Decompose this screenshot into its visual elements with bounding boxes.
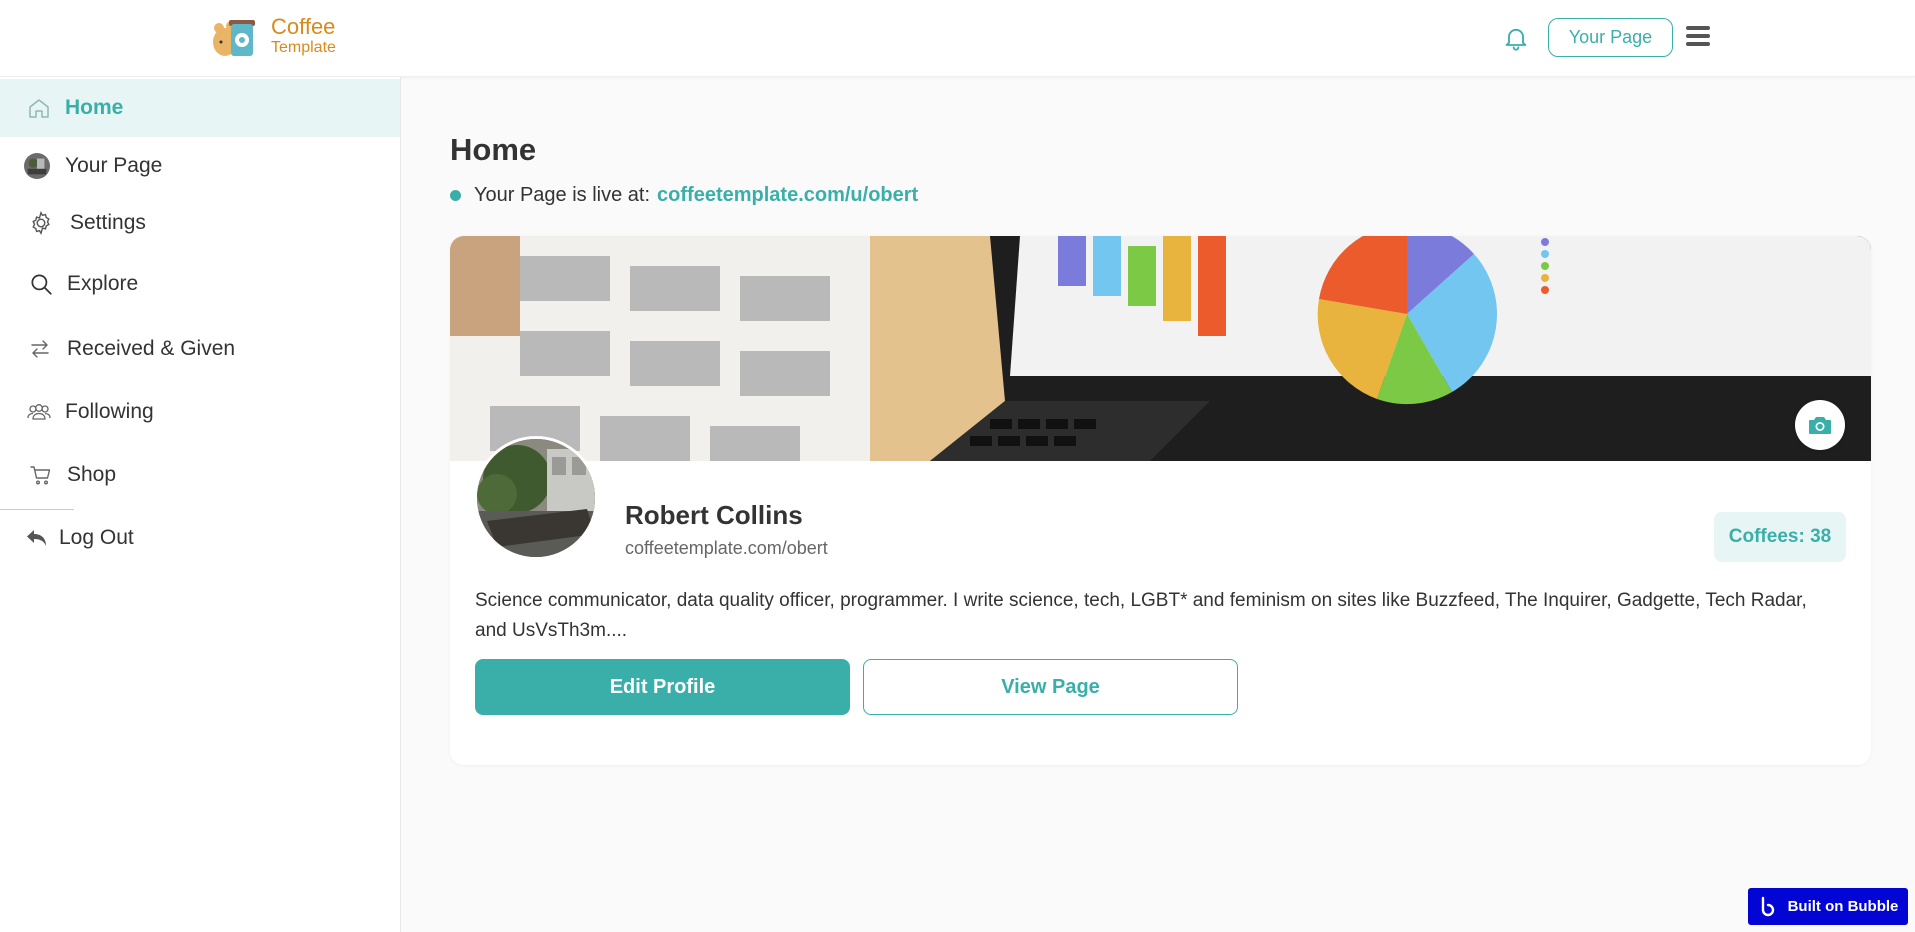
home-icon — [26, 95, 52, 121]
brand-name-line1: Coffee — [271, 14, 336, 40]
built-on-bubble-badge[interactable]: Built on Bubble — [1748, 888, 1908, 925]
sidebar-item-your-page[interactable]: Your Page — [0, 137, 400, 195]
coffees-count-badge: Coffees: 38 — [1714, 512, 1846, 562]
change-cover-button[interactable] — [1795, 400, 1845, 450]
live-url-link[interactable]: coffeetemplate.com/u/obert — [657, 184, 918, 207]
search-icon — [28, 271, 54, 297]
people-icon — [26, 399, 52, 425]
brand-name-line2: Template — [271, 39, 336, 57]
cover-photo-image — [450, 236, 1871, 461]
your-page-button[interactable]: Your Page — [1548, 18, 1673, 57]
swap-arrows-icon — [27, 336, 53, 362]
camera-icon — [1809, 417, 1831, 434]
sidebar-item-log-out[interactable]: Log Out — [0, 509, 400, 567]
bell-icon[interactable] — [1502, 24, 1530, 52]
coffee-cup-logo-icon — [213, 20, 255, 56]
hamburger-icon[interactable] — [1686, 26, 1710, 48]
sidebar-item-explore[interactable]: Explore — [0, 255, 400, 313]
sidebar-item-label: Received & Given — [67, 337, 236, 360]
sidebar-item-label: Home — [65, 96, 124, 119]
view-page-button[interactable]: View Page — [863, 659, 1238, 715]
reply-arrow-icon — [24, 525, 50, 551]
profile-card: Robert Collins coffeetemplate.com/obert … — [450, 236, 1871, 765]
cover-image — [450, 236, 1871, 461]
sidebar-item-settings[interactable]: Settings — [0, 194, 400, 252]
gear-icon — [28, 210, 54, 236]
avatar[interactable] — [474, 436, 598, 560]
profile-handle: coffeetemplate.com/obert — [625, 538, 828, 558]
live-status: Your Page is live at: coffeetemplate.com… — [450, 184, 918, 207]
page-title: Home — [450, 132, 537, 167]
sidebar-item-label: Settings — [70, 211, 146, 234]
live-dot-icon — [450, 190, 461, 201]
sidebar-item-home[interactable]: Home — [0, 79, 400, 137]
brand-logo[interactable]: Coffee Template — [207, 12, 336, 60]
sidebar-item-label: Your Page — [65, 154, 163, 177]
live-prefix: Your Page is live at: — [474, 184, 651, 206]
top-bar: Coffee Template Your Page — [0, 0, 1915, 77]
badge-label: Built on Bubble — [1787, 898, 1899, 915]
sidebar-item-label: Explore — [67, 272, 139, 295]
sidebar-item-label: Following — [65, 400, 154, 423]
profile-bio: Science communicator, data quality offic… — [475, 590, 1807, 641]
avatar-icon — [24, 153, 50, 179]
sidebar-item-label: Shop — [67, 463, 117, 486]
sidebar-item-shop[interactable]: Shop — [0, 446, 400, 504]
profile-name: Robert Collins — [625, 500, 803, 530]
edit-profile-button[interactable]: Edit Profile — [475, 659, 850, 715]
sidebar: Home Your Page Settings Explore Received… — [0, 77, 401, 932]
sidebar-item-label: Log Out — [59, 526, 134, 549]
sidebar-item-received-given[interactable]: Received & Given — [0, 320, 400, 378]
cart-icon — [28, 462, 54, 488]
bubble-logo-icon — [1761, 896, 1774, 916]
avatar-photo-image — [477, 439, 595, 557]
sidebar-item-following[interactable]: Following — [0, 383, 400, 441]
